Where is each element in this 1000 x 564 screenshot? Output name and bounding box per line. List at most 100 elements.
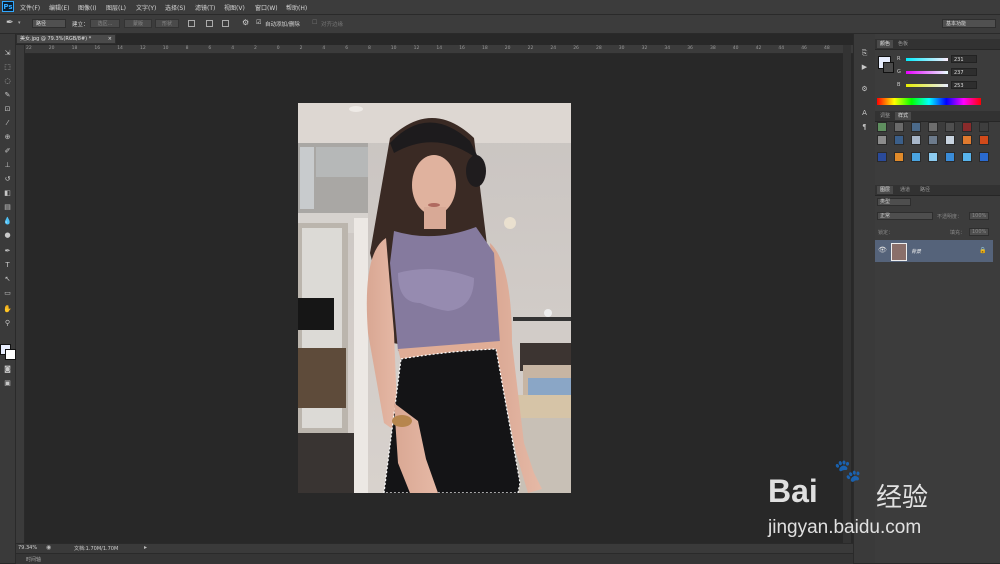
blur-tool-icon[interactable]: 💧 (2, 216, 13, 226)
path-operations-icon[interactable] (188, 20, 195, 27)
style-swatch[interactable] (928, 135, 938, 145)
path-arrangement-icon[interactable] (222, 20, 229, 27)
make-shape-button[interactable]: 形状 (155, 19, 179, 28)
background-color-swatch[interactable] (5, 349, 16, 360)
menu-help[interactable]: 帮助(H) (286, 3, 307, 12)
style-swatch[interactable] (979, 135, 989, 145)
properties-panel-icon[interactable]: ⚙ (859, 84, 870, 94)
blue-slider[interactable] (906, 84, 948, 87)
actions-panel-icon[interactable]: ▶ (859, 62, 870, 72)
green-value[interactable]: 237 (951, 68, 977, 76)
tab-swatches[interactable]: 色板 (895, 40, 911, 48)
zoom-level[interactable]: 79.34% (18, 545, 37, 551)
tab-channels[interactable]: 通道 (897, 186, 913, 194)
style-swatch[interactable] (979, 122, 989, 132)
gradient-tool-icon[interactable]: ▤ (2, 202, 13, 212)
pen-tool-icon[interactable]: ✒ (6, 18, 14, 28)
path-select-tool-icon[interactable]: ↖ (2, 274, 13, 284)
style-swatch[interactable] (894, 152, 904, 162)
style-swatch[interactable] (877, 122, 887, 132)
style-swatch[interactable] (928, 122, 938, 132)
style-swatch[interactable] (979, 152, 989, 162)
style-swatch[interactable] (962, 122, 972, 132)
red-slider-row[interactable]: R 231 (875, 54, 1000, 65)
shape-tool-icon[interactable]: ▭ (2, 288, 13, 298)
style-swatch[interactable] (877, 152, 887, 162)
screen-mode-icon[interactable]: ▣ (2, 378, 13, 388)
style-swatch[interactable] (962, 135, 972, 145)
close-icon[interactable]: × (108, 35, 112, 44)
make-selection-button[interactable]: 选区... (90, 19, 120, 28)
tab-color[interactable]: 颜色 (877, 40, 894, 48)
pen-tool-icon-toolbox[interactable]: ✒ (2, 246, 13, 256)
healing-tool-icon[interactable]: ⊕ (2, 132, 13, 142)
history-panel-icon[interactable]: ⎘ (859, 48, 870, 58)
dodge-tool-icon[interactable]: ● (2, 230, 13, 240)
zoom-tool-icon[interactable]: ⚲ (2, 318, 13, 328)
move-tool-icon[interactable]: ⇲ (2, 48, 13, 58)
eye-icon[interactable]: 👁 (878, 246, 887, 254)
path-mode-select[interactable]: 路径 (32, 19, 66, 28)
style-swatch[interactable] (911, 135, 921, 145)
red-slider[interactable] (906, 58, 948, 61)
menu-filter[interactable]: 滤镜(T) (195, 3, 215, 12)
style-swatch[interactable] (911, 122, 921, 132)
style-swatch[interactable] (911, 152, 921, 162)
blue-value[interactable]: 253 (951, 81, 977, 89)
menu-edit[interactable]: 编辑(E) (49, 3, 69, 12)
style-swatch[interactable] (945, 135, 955, 145)
status-menu-arrow-icon[interactable]: ▸ (144, 544, 147, 551)
blue-slider-row[interactable]: B 253 (875, 80, 1000, 91)
green-slider-row[interactable]: G 237 (875, 67, 1000, 78)
style-swatch[interactable] (877, 135, 887, 145)
make-mask-button[interactable]: 蒙版 (124, 19, 152, 28)
timeline-label[interactable]: 时间轴 (26, 556, 41, 563)
menu-image[interactable]: 图像(I) (78, 3, 96, 12)
tool-preset-arrow-icon[interactable]: ▾ (18, 20, 21, 26)
document-image[interactable] (298, 103, 571, 493)
lasso-tool-icon[interactable]: ◌ (2, 76, 13, 86)
menu-type[interactable]: 文字(Y) (136, 3, 156, 12)
tab-paths[interactable]: 路径 (917, 186, 933, 194)
crop-tool-icon[interactable]: ⊡ (2, 104, 13, 114)
menu-window[interactable]: 窗口(W) (255, 3, 278, 12)
fill-field[interactable]: 100% (969, 228, 989, 236)
layer-filter-kind[interactable]: 类型 (877, 198, 911, 206)
style-swatch[interactable] (945, 152, 955, 162)
gear-icon[interactable]: ⚙ (242, 18, 249, 27)
style-swatch[interactable] (962, 152, 972, 162)
document-tab[interactable]: 美女.jpg @ 79.3%(RGB/8#) * × (16, 34, 116, 44)
quick-mask-icon[interactable]: ◙ (2, 364, 13, 374)
layer-row-background[interactable]: 👁 背景 🔒 (875, 240, 993, 262)
tab-layers[interactable]: 图层 (877, 186, 894, 194)
workspace-select[interactable]: 基本功能 (942, 19, 996, 28)
character-panel-icon[interactable]: A (859, 108, 870, 118)
eraser-tool-icon[interactable]: ◧ (2, 188, 13, 198)
clone-stamp-tool-icon[interactable]: ⊥ (2, 160, 13, 170)
type-tool-icon[interactable]: T (2, 260, 13, 270)
menu-file[interactable]: 文件(F) (20, 3, 40, 12)
color-spectrum-bar[interactable] (877, 98, 981, 105)
path-alignment-icon[interactable] (206, 20, 213, 27)
green-slider[interactable] (906, 71, 948, 74)
style-swatch[interactable] (928, 152, 938, 162)
quick-select-tool-icon[interactable]: ✎ (2, 90, 13, 100)
blend-mode-select[interactable]: 正常 (877, 212, 933, 220)
hand-tool-icon[interactable]: ✋ (2, 304, 13, 314)
marquee-tool-icon[interactable]: ⬚ (2, 62, 13, 72)
tab-styles[interactable]: 样式 (895, 112, 912, 120)
style-swatch[interactable] (945, 122, 955, 132)
brush-tool-icon[interactable]: ✐ (2, 146, 13, 156)
align-edges-checkbox[interactable]: ☐ (312, 19, 317, 26)
paragraph-panel-icon[interactable]: ¶ (859, 122, 870, 132)
menu-select[interactable]: 选择(S) (165, 3, 186, 12)
menu-view[interactable]: 视图(V) (224, 3, 245, 12)
style-swatch[interactable] (894, 122, 904, 132)
auto-add-delete-checkbox[interactable]: ☑ (256, 19, 261, 26)
history-brush-tool-icon[interactable]: ↺ (2, 174, 13, 184)
eyedropper-tool-icon[interactable]: ⁄ (2, 118, 13, 128)
style-swatch[interactable] (894, 135, 904, 145)
red-value[interactable]: 231 (951, 55, 977, 63)
tab-adjustments[interactable]: 调整 (877, 112, 893, 120)
opacity-field[interactable]: 100% (969, 212, 989, 220)
